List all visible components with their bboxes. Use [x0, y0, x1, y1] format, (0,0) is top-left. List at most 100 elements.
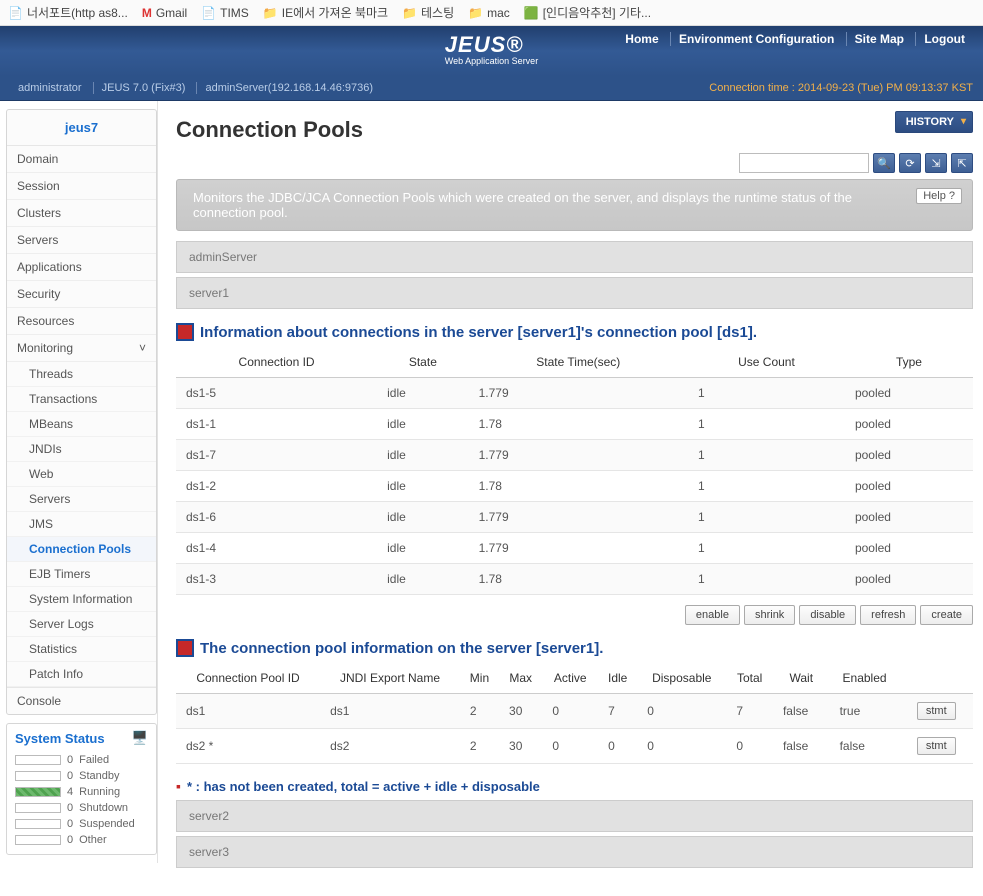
cell-uc: 1	[688, 440, 845, 471]
nav-home[interactable]: Home	[617, 32, 666, 46]
table-row[interactable]: ds2 *ds22300000falsefalsestmt	[176, 729, 973, 764]
server-row-admin[interactable]: adminServer	[176, 241, 973, 273]
sidebar-item-clusters[interactable]: Clusters	[7, 200, 156, 227]
sidebar-item-monitoring[interactable]: Monitoring˅	[7, 335, 156, 362]
col-connection-id[interactable]: Connection ID	[176, 347, 377, 378]
col-state[interactable]: State	[377, 347, 468, 378]
sidebar-item-statistics[interactable]: Statistics	[7, 637, 156, 662]
cell-type: pooled	[845, 564, 973, 595]
refresh-icon[interactable]: ⟳	[899, 153, 921, 173]
col-active[interactable]: Active	[542, 663, 598, 694]
sidebar-title[interactable]: jeus7	[7, 110, 156, 146]
col-total[interactable]: Total	[726, 663, 773, 694]
refresh-button[interactable]: refresh	[860, 605, 916, 625]
status-bar	[15, 755, 61, 765]
server-row-server3[interactable]: server3	[176, 836, 973, 868]
history-button[interactable]: HISTORY	[895, 111, 973, 133]
sidebar-item-domain[interactable]: Domain	[7, 146, 156, 173]
col-pool-id[interactable]: Connection Pool ID	[176, 663, 320, 694]
col-enabled[interactable]: Enabled	[830, 663, 900, 694]
bookmark-item[interactable]: 📁IE에서 가져온 북마크	[263, 4, 388, 21]
sidebar-item-server-logs[interactable]: Server Logs	[7, 612, 156, 637]
sidebar-item-ejb-timers[interactable]: EJB Timers	[7, 562, 156, 587]
bookmark-item[interactable]: 🟩[인디음악추천] 기타...	[524, 4, 651, 21]
status-bar	[15, 819, 61, 829]
stmt-button[interactable]: stmt	[917, 737, 956, 755]
table-row[interactable]: ds1ds12300707falsetruestmt	[176, 694, 973, 729]
bookmark-item[interactable]: MGmail	[142, 6, 187, 20]
nav-env-config[interactable]: Environment Configuration	[670, 32, 842, 46]
col-type[interactable]: Type	[845, 347, 973, 378]
logo: JEUS® Web Application Server	[445, 32, 538, 66]
sidebar-item-threads[interactable]: Threads	[7, 362, 156, 387]
table-row[interactable]: ds1-7idle1.7791pooled	[176, 440, 973, 471]
col-min[interactable]: Min	[460, 663, 499, 694]
bookmark-item[interactable]: 📁mac	[468, 6, 510, 20]
cell-state: idle	[377, 471, 468, 502]
table-row[interactable]: ds1-2idle1.781pooled	[176, 471, 973, 502]
sidebar-item-mbeans[interactable]: MBeans	[7, 412, 156, 437]
sidebar-item-connection-pools[interactable]: Connection Pools	[7, 537, 156, 562]
description-box: Monitors the JDBC/JCA Connection Pools w…	[176, 179, 973, 231]
disable-button[interactable]: disable	[799, 605, 856, 625]
sidebar-item-system-info[interactable]: System Information	[7, 587, 156, 612]
col-jndi[interactable]: JNDI Export Name	[320, 663, 460, 694]
server-row-server2[interactable]: server2	[176, 800, 973, 832]
cell-max: 30	[499, 694, 542, 729]
cell-state: idle	[377, 440, 468, 471]
cell-disp: 0	[637, 729, 726, 764]
status-bar	[15, 771, 61, 781]
col-idle[interactable]: Idle	[598, 663, 637, 694]
stmt-button[interactable]: stmt	[917, 702, 956, 720]
nav-sitemap[interactable]: Site Map	[846, 32, 912, 46]
table-row[interactable]: ds1-1idle1.781pooled	[176, 409, 973, 440]
search-input[interactable]	[739, 153, 869, 173]
cell-cid: ds1-4	[176, 533, 377, 564]
create-button[interactable]: create	[920, 605, 973, 625]
table-row[interactable]: ds1-6idle1.7791pooled	[176, 502, 973, 533]
col-wait[interactable]: Wait	[773, 663, 830, 694]
cell-state: idle	[377, 564, 468, 595]
export-xml-icon[interactable]: ⇲	[925, 153, 947, 173]
col-use-count[interactable]: Use Count	[688, 347, 845, 378]
sidebar-item-web[interactable]: Web	[7, 462, 156, 487]
cell-uc: 1	[688, 409, 845, 440]
sidebar-item-jms[interactable]: JMS	[7, 512, 156, 537]
shrink-button[interactable]: shrink	[744, 605, 795, 625]
table-row[interactable]: ds1-5idle1.7791pooled	[176, 378, 973, 409]
monitor-icon[interactable]: 🖥️	[132, 730, 148, 746]
col-max[interactable]: Max	[499, 663, 542, 694]
page-icon: 📄	[8, 6, 23, 20]
col-disposable[interactable]: Disposable	[637, 663, 726, 694]
col-state-time[interactable]: State Time(sec)	[469, 347, 688, 378]
nav-logout[interactable]: Logout	[915, 32, 973, 46]
cell-cid: ds1-1	[176, 409, 377, 440]
cell-state: idle	[377, 502, 468, 533]
search-icon[interactable]: 🔍	[873, 153, 895, 173]
cell-idle: 7	[598, 694, 637, 729]
table-row[interactable]: ds1-4idle1.7791pooled	[176, 533, 973, 564]
help-button[interactable]: Help ?	[916, 188, 962, 204]
sidebar-item-patch-info[interactable]: Patch Info	[7, 662, 156, 687]
sidebar-item-transactions[interactable]: Transactions	[7, 387, 156, 412]
export-icon[interactable]: ⇱	[951, 153, 973, 173]
sidebar-item-applications[interactable]: Applications	[7, 254, 156, 281]
server-row-server1[interactable]: server1	[176, 277, 973, 309]
cell-cid: ds1-2	[176, 471, 377, 502]
sidebar-item-security[interactable]: Security	[7, 281, 156, 308]
bookmark-item[interactable]: 📄너서포트(http as8...	[8, 4, 128, 21]
status-bar	[15, 803, 61, 813]
gmail-icon: M	[142, 6, 152, 20]
bookmark-item[interactable]: 📄TIMS	[201, 6, 249, 20]
bookmark-item[interactable]: 📁테스팅	[402, 4, 454, 21]
sidebar-item-servers[interactable]: Servers	[7, 227, 156, 254]
sidebar-item-session[interactable]: Session	[7, 173, 156, 200]
enable-button[interactable]: enable	[685, 605, 740, 625]
cell-jndi: ds1	[320, 694, 460, 729]
sidebar-item-jndis[interactable]: JNDIs	[7, 437, 156, 462]
app-header: JEUS® Web Application Server Home Enviro…	[0, 26, 983, 76]
sidebar-item-resources[interactable]: Resources	[7, 308, 156, 335]
table-row[interactable]: ds1-3idle1.781pooled	[176, 564, 973, 595]
sidebar-item-servers-mon[interactable]: Servers	[7, 487, 156, 512]
sidebar-item-console[interactable]: Console	[7, 687, 156, 714]
